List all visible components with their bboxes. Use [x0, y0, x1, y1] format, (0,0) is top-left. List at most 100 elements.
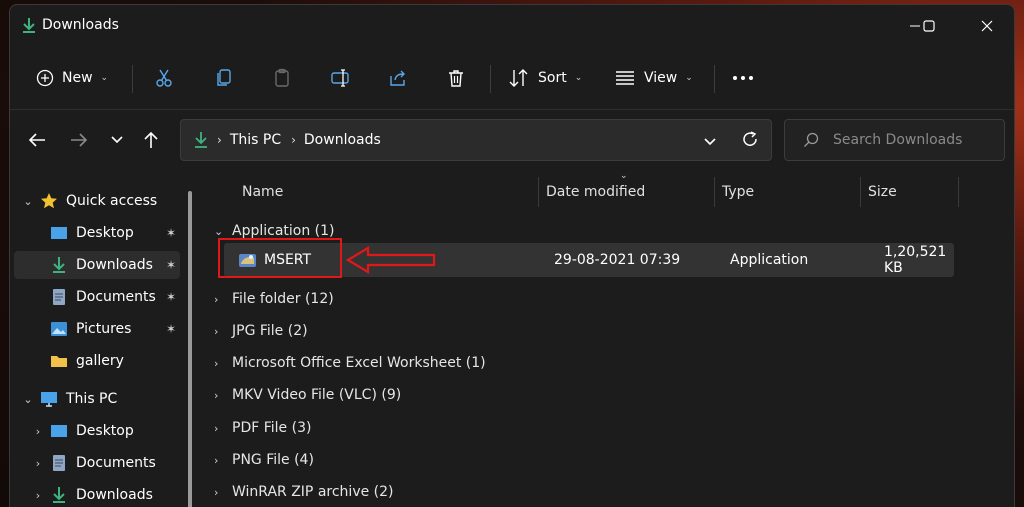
recent-locations-button[interactable] — [104, 127, 130, 153]
chevron-right-icon: › — [35, 456, 41, 470]
group-header-mkv[interactable]: › MKV Video File (VLC) (9) — [214, 381, 401, 409]
plus-circle-icon — [36, 69, 54, 87]
scrollbar-thumb[interactable] — [188, 191, 192, 507]
chevron-down-icon: ⌄ — [23, 392, 33, 406]
sidebar-item-downloads[interactable]: Downloads ✶ — [14, 251, 180, 279]
toolbar-divider — [10, 109, 1014, 110]
chevron-down-icon: ⌄ — [214, 224, 224, 238]
forward-button[interactable] — [66, 127, 92, 153]
list-view-icon — [616, 71, 634, 85]
sidebar-item-documents[interactable]: Documents ✶ — [14, 283, 180, 311]
chevron-down-icon: ⌄ — [100, 73, 109, 83]
chevron-down-icon — [111, 136, 123, 144]
sidebar-label: Documents — [76, 289, 156, 305]
paste-button[interactable] — [272, 61, 292, 95]
sidebar-item-quick-access[interactable]: ⌄ Quick access — [14, 187, 180, 215]
search-icon — [804, 132, 819, 147]
sidebar-label: Desktop — [76, 225, 134, 241]
arrow-left-icon — [346, 246, 436, 274]
pin-icon: ✶ — [166, 226, 177, 240]
chevron-right-icon: › — [214, 485, 219, 499]
cut-button[interactable] — [154, 61, 174, 95]
download-icon — [23, 18, 35, 33]
column-header-name[interactable]: Name — [242, 177, 283, 207]
column-header-date[interactable]: Date modified — [546, 177, 645, 207]
group-header-file-folder[interactable]: › File folder (12) — [214, 285, 334, 313]
share-button[interactable] — [388, 61, 408, 95]
address-bar[interactable]: › This PC › Downloads — [180, 119, 772, 161]
download-icon — [53, 257, 65, 273]
sidebar-item-pictures[interactable]: Pictures ✶ — [14, 315, 180, 343]
sidebar-label: gallery — [76, 353, 124, 369]
more-options-button[interactable] — [732, 61, 754, 95]
column-divider[interactable] — [538, 177, 539, 207]
group-header-png[interactable]: › PNG File (4) — [214, 446, 314, 474]
sort-label: Sort — [538, 70, 567, 86]
star-icon — [41, 193, 57, 209]
refresh-button[interactable] — [741, 130, 759, 152]
maximize-button[interactable] — [914, 13, 944, 39]
rename-button[interactable] — [330, 61, 350, 95]
group-header-pdf[interactable]: › PDF File (3) — [214, 414, 311, 442]
back-button[interactable] — [24, 127, 50, 153]
sidebar-item-pc-documents[interactable]: › Documents — [14, 449, 180, 477]
clipboard-icon — [275, 68, 289, 87]
search-input[interactable] — [833, 132, 1003, 148]
sort-indicator-icon: ⌄ — [620, 171, 628, 181]
sidebar-label: Downloads — [76, 257, 153, 273]
close-button[interactable] — [972, 13, 1002, 39]
column-divider[interactable] — [958, 177, 959, 207]
search-box[interactable] — [784, 119, 1005, 161]
group-label: Application (1) — [232, 223, 335, 239]
close-icon — [981, 20, 993, 32]
sort-icon — [509, 69, 528, 87]
chevron-right-icon: › — [214, 421, 219, 435]
group-header-excel[interactable]: › Microsoft Office Excel Worksheet (1) — [214, 349, 486, 377]
up-button[interactable] — [138, 127, 164, 153]
divider — [490, 65, 491, 93]
group-header-jpg[interactable]: › JPG File (2) — [214, 317, 308, 345]
view-button[interactable]: View ⌄ — [614, 61, 693, 95]
arrow-right-icon — [71, 133, 88, 147]
window-title: Downloads — [42, 17, 119, 33]
breadcrumb-this-pc[interactable]: This PC — [230, 132, 281, 148]
column-header-size[interactable]: Size — [868, 177, 897, 207]
rename-icon — [331, 69, 349, 87]
sidebar-scrollbar[interactable] — [188, 181, 192, 507]
sidebar-item-this-pc[interactable]: ⌄ This PC — [14, 385, 180, 413]
file-type: Application — [730, 252, 809, 268]
arrow-up-icon — [144, 131, 158, 148]
group-label: PNG File (4) — [232, 452, 314, 468]
column-label: Name — [242, 184, 284, 200]
arrow-left-icon — [28, 133, 45, 147]
command-bar: New ⌄ Sort ⌄ View ⌄ — [10, 53, 1014, 103]
sidebar-item-desktop[interactable]: Desktop ✶ — [14, 219, 180, 247]
sidebar-label: Downloads — [76, 487, 153, 503]
highlight-box — [218, 238, 342, 278]
sidebar-item-gallery[interactable]: gallery — [14, 347, 180, 375]
column-divider[interactable] — [860, 177, 861, 207]
refresh-icon — [743, 131, 757, 146]
group-label: Microsoft Office Excel Worksheet (1) — [232, 355, 486, 371]
sidebar-item-pc-downloads[interactable]: › Downloads — [14, 481, 180, 507]
group-header-zip[interactable]: › WinRAR ZIP archive (2) — [214, 478, 394, 506]
breadcrumb-downloads[interactable]: Downloads — [304, 132, 381, 148]
desktop-icon — [51, 425, 67, 437]
column-header-type[interactable]: Type — [722, 177, 754, 207]
share-icon — [390, 70, 405, 86]
chevron-down-icon: ⌄ — [685, 73, 693, 83]
delete-button[interactable] — [446, 61, 466, 95]
sort-button[interactable]: Sort ⌄ — [508, 61, 582, 95]
new-button[interactable]: New ⌄ — [36, 61, 108, 95]
file-list: Name Date modified ⌄ Type Size ⌄ Applica… — [204, 171, 1004, 507]
sidebar-item-pc-desktop[interactable]: › Desktop — [14, 417, 180, 445]
sidebar-label: Quick access — [66, 193, 158, 209]
document-icon — [53, 289, 65, 305]
address-dropdown-button[interactable] — [703, 132, 717, 151]
sidebar-label: This PC — [66, 391, 118, 407]
column-divider[interactable] — [714, 177, 715, 207]
chevron-right-icon: › — [214, 292, 219, 306]
chevron-down-icon — [704, 138, 716, 146]
file-date: 29-08-2021 07:39 — [554, 252, 681, 268]
copy-button[interactable] — [214, 61, 234, 95]
